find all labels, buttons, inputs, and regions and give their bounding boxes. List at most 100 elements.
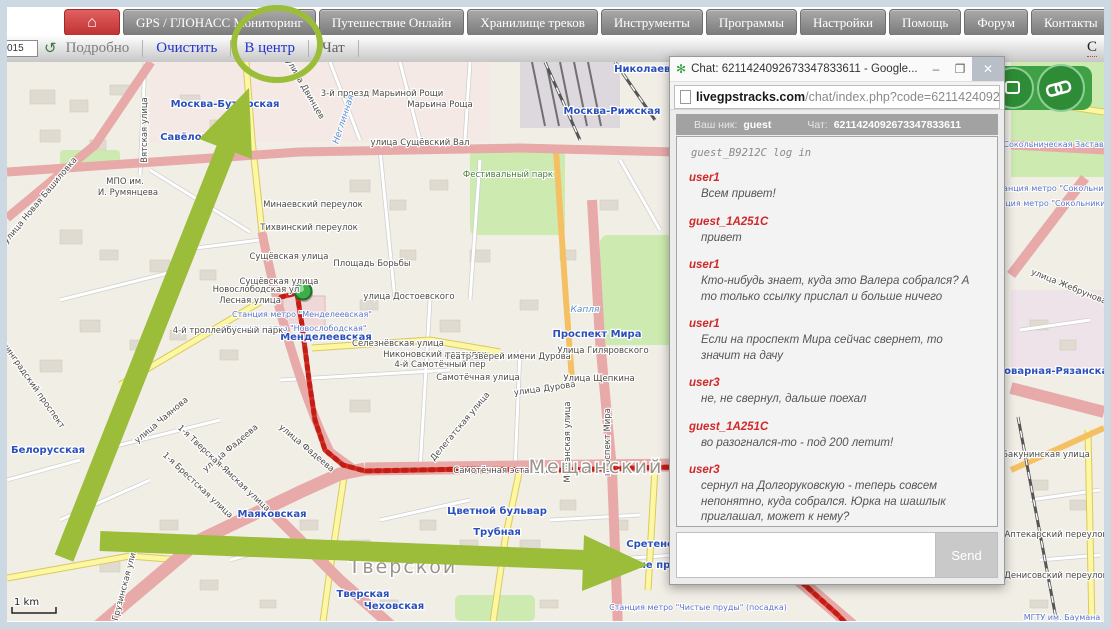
map-label: улица Достоевского: [363, 292, 454, 302]
chat-messages[interactable]: guest_B9212C log inuser1Всем привет!gues…: [676, 136, 998, 527]
map-label: Минаевский переулок: [263, 200, 363, 210]
toolbar-right-link[interactable]: С: [1087, 39, 1097, 57]
map-label: Денисовский переулок: [1004, 571, 1104, 581]
address-bar: livegpstracks.com/chat/index.php?code=62…: [670, 82, 1004, 110]
send-button[interactable]: Send: [936, 532, 998, 578]
map-label: улица Сущёвский Вал: [371, 138, 470, 148]
map-label: 4-й троллейбусный парк: [173, 326, 284, 336]
map-label: И. Румянцева: [98, 188, 158, 198]
map-label: 1-я Тверская-Ямская улица: [175, 423, 271, 514]
chat-message-text: Кто-нибудь знает, куда это Валера собрал…: [701, 274, 985, 305]
scale-bar: 1 km: [12, 597, 56, 613]
toolbar-divider: [308, 40, 309, 57]
map-label: Бакунинская улица: [1002, 450, 1090, 460]
map-label: Сущёвская улица: [249, 252, 328, 262]
menu-item-programs[interactable]: Программы: [706, 9, 797, 36]
minimize-button[interactable]: –: [924, 57, 948, 81]
menu-item-help[interactable]: Помощь: [889, 9, 961, 36]
map-label: Чеховская: [364, 601, 424, 612]
map-label: Самотёчная улица: [436, 373, 520, 383]
map-label: Станция метро "Сокольники": [993, 184, 1104, 193]
map-label: Москва-Бутырская: [171, 99, 280, 110]
top-menu-bar: ⌂ GPS / ГЛОНАСС МониторингПутешествие Он…: [7, 7, 1104, 35]
chat-window-title: Chat: 6211424092673347833611 - Google...: [691, 63, 924, 75]
map-label: Тихвинский переулок: [259, 223, 358, 233]
date-input[interactable]: [7, 40, 38, 57]
map-label: Трубная: [473, 526, 521, 538]
menu-items: GPS / ГЛОНАСС МониторингПутешествие Онла…: [123, 9, 1104, 36]
menu-item-track-storage[interactable]: Хранилище треков: [467, 9, 597, 36]
menu-item-tools[interactable]: Инструменты: [601, 9, 703, 36]
chat-page: Ваш ник: guest Чат: 62114240926733478336…: [670, 110, 1004, 584]
center-button[interactable]: В центр: [244, 40, 295, 57]
chat-message: user1Если на проспект Мира сейчас сверне…: [689, 318, 985, 364]
menu-item-monitoring[interactable]: GPS / ГЛОНАСС Мониторинг: [123, 9, 316, 36]
map-label: 3-й проезд Марьиной Рощи: [321, 89, 444, 99]
menu-item-settings[interactable]: Настройки: [800, 9, 886, 36]
map-label: Фестивальный парк: [463, 170, 553, 180]
menu-item-contacts[interactable]: Контакты: [1031, 9, 1104, 36]
map-label: Новослободская ул: [213, 285, 300, 295]
chat-message-text: сернул на Долгоруковскую - теперь совсем…: [701, 479, 985, 526]
chat-favicon-icon: ✻: [676, 62, 686, 76]
map-label: Мещанский: [529, 456, 664, 478]
chat-id-label: Чат:: [807, 119, 827, 131]
map-label: Тверской: [348, 556, 457, 578]
map-label: Проспект Мира: [553, 329, 642, 340]
map-label: Театр зверей имени Дурова: [444, 352, 571, 362]
chat-window: ✻ Chat: 6211424092673347833611 - Google.…: [669, 56, 1005, 585]
nick-label: Ваш ник:: [694, 119, 737, 131]
map-label: Товарная-Рязанская: [997, 366, 1104, 377]
page-icon: [680, 90, 691, 104]
map-label: Капля: [571, 305, 601, 315]
maximize-button[interactable]: ❐: [948, 57, 972, 81]
map-label: Белорусская: [11, 445, 85, 456]
chat-button[interactable]: Чат: [322, 40, 345, 57]
chat-message-author: user3: [689, 464, 985, 476]
menu-item-travel-online[interactable]: Путешествие Онлайн: [319, 9, 465, 36]
chat-message-author: guest_1A251C: [689, 421, 985, 433]
chat-message-text: во разогнался-то - под 200 летит!: [701, 436, 985, 452]
chat-message: user3 сернул на Долгоруковскую - теперь с…: [689, 464, 985, 526]
map-label: Лесная улица: [219, 296, 281, 306]
menu-item-forum[interactable]: Форум: [964, 9, 1028, 36]
map-label: Москва-Рижская: [564, 106, 661, 117]
detail-button[interactable]: Подробно: [66, 40, 130, 57]
map-label: МПО им.: [106, 177, 144, 187]
map-label: Ленинградский проспект: [7, 331, 67, 431]
refresh-icon[interactable]: ↺: [44, 39, 57, 58]
chat-id-value: 6211424092673347833611: [834, 119, 961, 131]
map-label: Станция метро "Менделеевская": [232, 310, 372, 319]
clear-button[interactable]: Очистить: [156, 40, 217, 57]
chat-message-text: Если на проспект Мира сейчас свернет, то…: [701, 333, 985, 364]
map-label: Вятская улица: [140, 97, 150, 163]
chat-message: user3не, не свернул, дальше поехал: [689, 377, 985, 408]
chat-message: guest_1A251Cпривет: [689, 216, 985, 247]
map-label: Улица Гиляровского: [557, 346, 648, 356]
url-field[interactable]: livegpstracks.com/chat/index.php?code=62…: [674, 85, 1000, 109]
chat-message-author: user1: [689, 259, 985, 271]
chat-message: user1Всем привет!: [689, 172, 985, 203]
close-button[interactable]: ✕: [972, 57, 1004, 81]
map-label: улица Чаянова: [133, 395, 191, 446]
toolbar-divider: [142, 40, 143, 57]
map-label: Аптекарский переулок: [1004, 530, 1104, 540]
map-label: МГТУ им. Баумана: [1024, 613, 1101, 621]
chat-input-row: Send: [676, 532, 998, 578]
chat-message-text: Всем привет!: [701, 187, 985, 203]
home-button[interactable]: ⌂: [64, 9, 120, 36]
chat-message-input[interactable]: [676, 532, 936, 578]
map-label: Площадь Борьбы: [333, 259, 410, 269]
map-label: Делегатская улица: [429, 390, 493, 463]
map-label: Марьина Роща: [407, 100, 472, 110]
chat-window-titlebar[interactable]: ✻ Chat: 6211424092673347833611 - Google.…: [670, 57, 1004, 82]
chat-message: user1 Кто-нибудь знает, куда это Валера с…: [689, 259, 985, 305]
map-label: Сокольническая Застава: [1003, 140, 1104, 149]
chat-message: guest_1A251C во разогнался-то - под 200 л…: [689, 421, 985, 452]
map-label: Селезнёвская улица: [352, 339, 444, 349]
toolbar-divider: [358, 40, 359, 57]
chat-message: guest_B9212C log in: [691, 147, 985, 159]
url-domain: livegpstracks.com: [696, 90, 805, 104]
home-icon: ⌂: [87, 14, 97, 32]
map-label: Маяковская: [238, 509, 307, 520]
